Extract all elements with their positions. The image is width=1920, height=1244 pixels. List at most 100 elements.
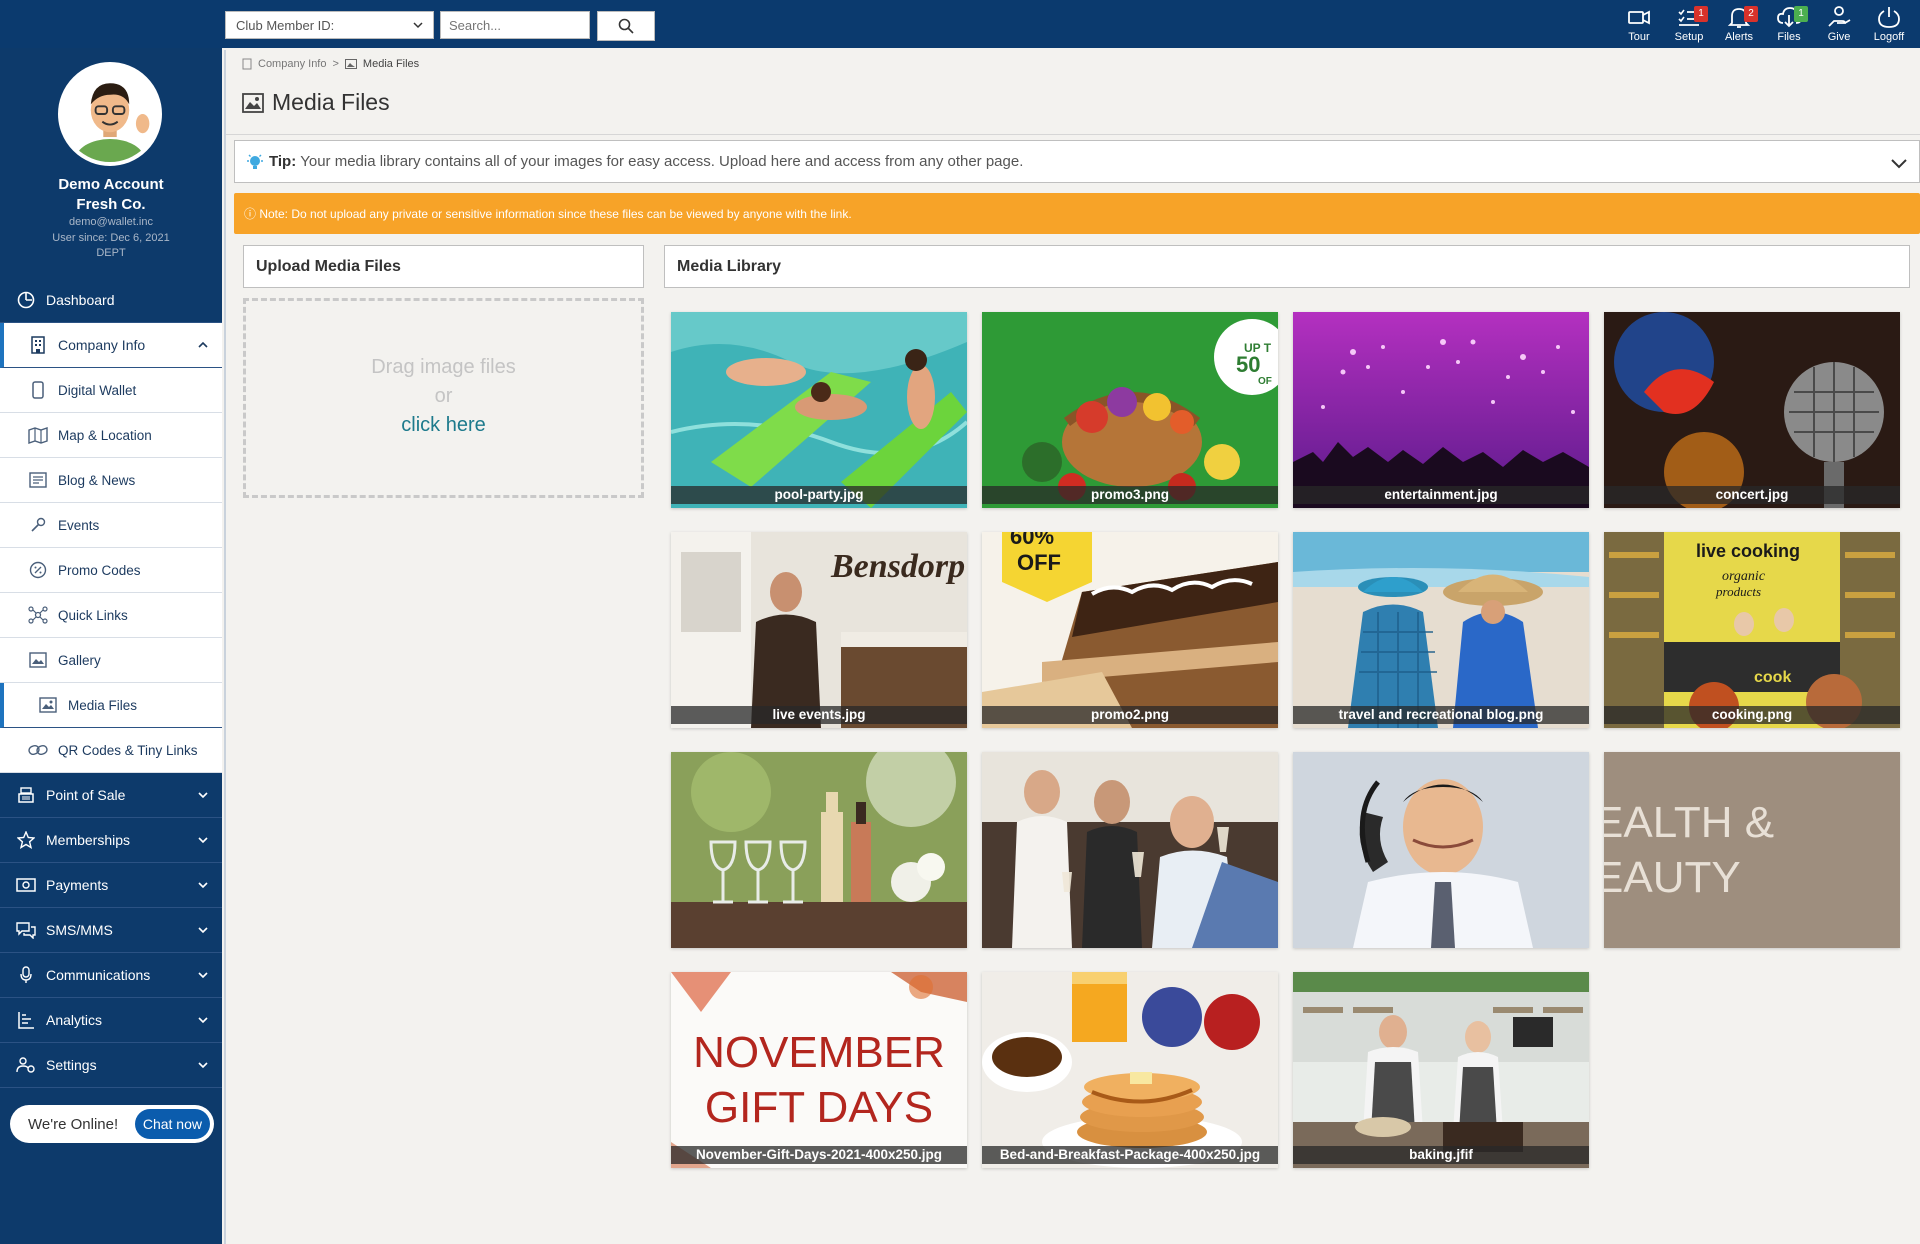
sidebar-item-map-location[interactable]: Map & Location bbox=[0, 413, 222, 458]
click-here-link[interactable]: click here bbox=[246, 411, 641, 440]
media-card[interactable] bbox=[982, 752, 1278, 948]
chevron-down-icon bbox=[198, 927, 208, 934]
media-card[interactable]: UP T 50 OF promo3.png bbox=[982, 312, 1278, 508]
svg-text:cook: cook bbox=[1754, 669, 1791, 686]
svg-text:NOVEMBER: NOVEMBER bbox=[693, 1028, 945, 1077]
sidebar-item-sms-mms[interactable]: SMS/MMS bbox=[0, 908, 222, 953]
media-thumbnail: Bensdorp bbox=[671, 532, 967, 728]
chat-widget[interactable]: We're Online! Chat now bbox=[10, 1105, 214, 1143]
sidebar-item-digital-wallet[interactable]: Digital Wallet bbox=[0, 368, 222, 413]
profile-email: demo@wallet.inc bbox=[69, 216, 153, 228]
sidebar-item-label: Digital Wallet bbox=[58, 382, 137, 398]
upload-panel-header: Upload Media Files bbox=[243, 245, 644, 288]
svg-text:OFF: OFF bbox=[1017, 550, 1061, 575]
alerts-button[interactable]: 2 Alerts bbox=[1714, 4, 1764, 46]
sidebar-item-events[interactable]: Events bbox=[0, 503, 222, 548]
media-card[interactable]: travel and recreational blog.png bbox=[1293, 532, 1589, 728]
search-input[interactable] bbox=[440, 11, 590, 39]
top-actions: Tour 1 Setup 2 Alerts 1 Files Give Logof… bbox=[1614, 4, 1914, 46]
money-icon bbox=[16, 875, 36, 895]
sidebar-item-promo-codes[interactable]: Promo Codes bbox=[0, 548, 222, 593]
sidebar-item-quick-links[interactable]: Quick Links bbox=[0, 593, 222, 638]
sidebar-item-settings[interactable]: Settings bbox=[0, 1043, 222, 1088]
sidebar-item-label: Dashboard bbox=[46, 292, 115, 308]
svg-text:EALTH &: EALTH & bbox=[1604, 798, 1774, 847]
tour-button[interactable]: Tour bbox=[1614, 4, 1664, 46]
media-caption: cooking.png bbox=[1604, 706, 1900, 724]
svg-text:products: products bbox=[1715, 584, 1761, 599]
media-card[interactable]: pool-party.jpg bbox=[671, 312, 967, 508]
chevron-down-icon[interactable] bbox=[1889, 153, 1909, 173]
media-thumbnail bbox=[1293, 312, 1589, 508]
avatar[interactable] bbox=[58, 62, 162, 166]
star-icon bbox=[16, 830, 36, 850]
sidebar-item-media-files[interactable]: Media Files bbox=[0, 683, 222, 728]
media-caption: promo3.png bbox=[982, 486, 1278, 504]
media-card[interactable] bbox=[671, 752, 967, 948]
media-card[interactable]: 60% OFF promo2.png bbox=[982, 532, 1278, 728]
media-thumbnail: UP T 50 OF bbox=[982, 312, 1278, 508]
sidebar-item-qr-codes[interactable]: QR Codes & Tiny Links bbox=[0, 728, 222, 773]
sidebar-item-label: Company Info bbox=[58, 337, 146, 353]
sidebar-item-label: Map & Location bbox=[58, 427, 152, 443]
media-card[interactable]: Bensdorp live events.jpg bbox=[671, 532, 967, 728]
sidebar-item-point-of-sale[interactable]: Point of Sale bbox=[0, 773, 222, 818]
media-caption: live events.jpg bbox=[671, 706, 967, 724]
sidebar-item-memberships[interactable]: Memberships bbox=[0, 818, 222, 863]
media-card[interactable] bbox=[1293, 752, 1589, 948]
sidebar-item-blog-news[interactable]: Blog & News bbox=[0, 458, 222, 503]
give-label: Give bbox=[1827, 31, 1851, 43]
tip-text: Your media library contains all of your … bbox=[300, 153, 1024, 170]
setup-button[interactable]: 1 Setup bbox=[1664, 4, 1714, 46]
sidebar-item-analytics[interactable]: Analytics bbox=[0, 998, 222, 1043]
media-card[interactable]: baking.jfif bbox=[1293, 972, 1589, 1168]
breadcrumb-parent[interactable]: Company Info bbox=[258, 58, 326, 70]
upload-dropzone[interactable]: Drag image files or click here bbox=[243, 298, 644, 498]
chevron-down-icon bbox=[198, 837, 208, 844]
media-card[interactable]: concert.jpg bbox=[1604, 312, 1900, 508]
sidebar-item-payments[interactable]: Payments bbox=[0, 863, 222, 908]
cash-register-icon bbox=[16, 785, 36, 805]
page-title: Media Files bbox=[242, 89, 390, 116]
sidebar-item-label: Blog & News bbox=[58, 472, 136, 488]
logoff-button[interactable]: Logoff bbox=[1864, 4, 1914, 46]
image-icon bbox=[242, 92, 264, 113]
setup-badge: 1 bbox=[1694, 6, 1708, 22]
sidebar-item-company-info[interactable]: Company Info bbox=[0, 323, 222, 368]
newspaper-icon bbox=[28, 470, 48, 490]
search-button[interactable] bbox=[597, 11, 655, 41]
svg-text:organic: organic bbox=[1722, 569, 1766, 584]
sidebar-item-communications[interactable]: Communications bbox=[0, 953, 222, 998]
media-thumbnail bbox=[982, 972, 1278, 1168]
media-caption: travel and recreational blog.png bbox=[1293, 706, 1589, 724]
sidebar-item-label: Settings bbox=[46, 1057, 97, 1073]
sidebar-item-label: Memberships bbox=[46, 832, 131, 848]
media-card[interactable]: EALTH & EAUTY bbox=[1604, 752, 1900, 948]
media-thumbnail: EALTH & EAUTY bbox=[1604, 752, 1900, 948]
chevron-down-icon bbox=[198, 882, 208, 889]
files-label: Files bbox=[1777, 31, 1801, 43]
sidebar-item-label: QR Codes & Tiny Links bbox=[58, 742, 198, 758]
media-card[interactable]: entertainment.jpg bbox=[1293, 312, 1589, 508]
sidebar-item-label: Communications bbox=[46, 967, 151, 983]
svg-text:Bensdorp: Bensdorp bbox=[830, 548, 965, 585]
media-card[interactable]: NOVEMBER GIFT DAYS November-Gift-Days-20… bbox=[671, 972, 967, 1168]
tip-box[interactable]: Tip: Your media library contains all of … bbox=[234, 140, 1920, 183]
svg-text:OF: OF bbox=[1258, 376, 1272, 387]
media-thumbnail: NOVEMBER GIFT DAYS bbox=[671, 972, 967, 1168]
files-button[interactable]: 1 Files bbox=[1764, 4, 1814, 46]
profile-dept: DEPT bbox=[96, 247, 126, 259]
users-cog-icon bbox=[16, 1055, 36, 1075]
sidebar-item-dashboard[interactable]: Dashboard bbox=[0, 278, 222, 323]
give-button[interactable]: Give bbox=[1814, 4, 1864, 46]
media-caption: promo2.png bbox=[982, 706, 1278, 724]
chat-now-button[interactable]: Chat now bbox=[134, 1109, 210, 1139]
media-thumbnail bbox=[1293, 972, 1589, 1168]
media-card[interactable]: live cooking organic products cook cooki… bbox=[1604, 532, 1900, 728]
sidebar-item-label: Gallery bbox=[58, 652, 101, 668]
club-member-select[interactable]: Club Member ID: bbox=[225, 11, 434, 39]
dropzone-line2: or bbox=[434, 385, 453, 407]
media-thumbnail bbox=[1293, 532, 1589, 728]
media-card[interactable]: Bed-and-Breakfast-Package-400x250.jpg bbox=[982, 972, 1278, 1168]
sidebar-item-gallery[interactable]: Gallery bbox=[0, 638, 222, 683]
